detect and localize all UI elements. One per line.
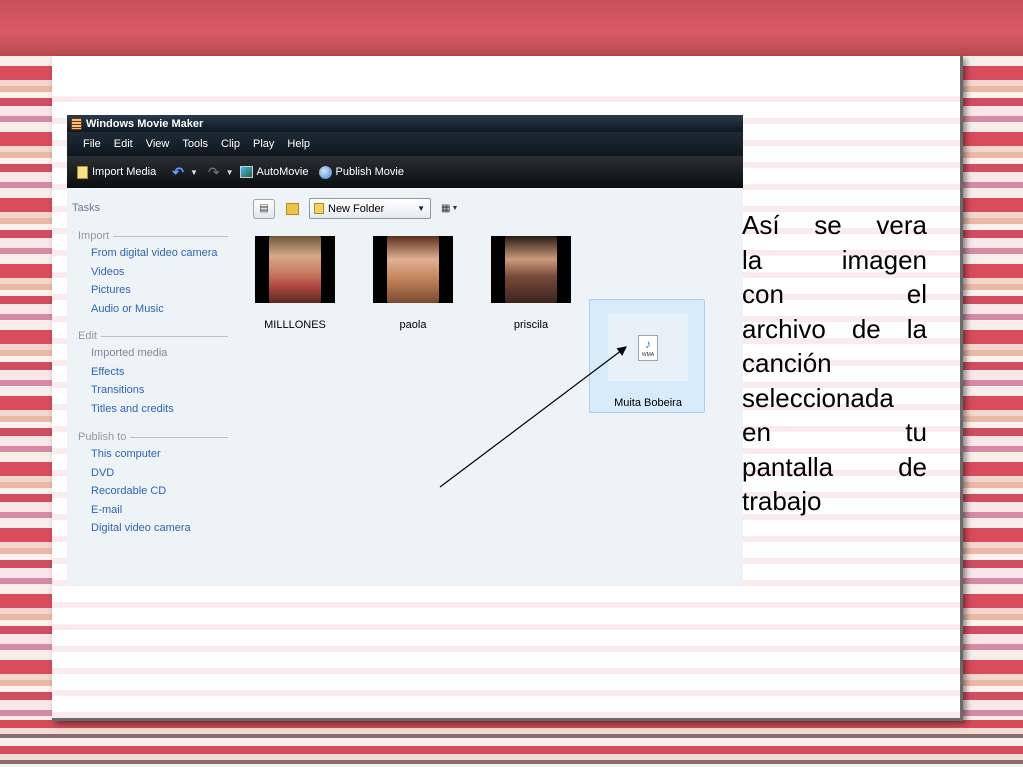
clip-label: paola [399,319,427,331]
top-decorative-band [0,0,1023,56]
clip-label: priscila [513,319,549,331]
task-effects[interactable]: Effects [91,365,228,380]
undo-icon[interactable]: ↶ [172,164,184,181]
task-videos[interactable]: Videos [91,265,228,280]
clip-thumbnail [255,236,335,303]
tasks-pane: Tasks Import From digital video camera V… [67,188,237,585]
audio-clip-thumbnail: ♪ WMA [608,314,688,381]
annotation-line: seleccionada [742,382,894,413]
redo-icon[interactable]: ↷ [208,164,220,181]
menu-bar: File Edit View Tools Clip Play Help [67,132,743,156]
publish-movie-button[interactable]: Publish Movie [318,165,404,179]
toolbar: Import Media ↶ ▼ ↷ ▼ AutoMovie Publish M… [67,156,743,189]
annotation-line: pantalla de [742,451,927,482]
clip-milllones[interactable]: MILLLONES [237,222,353,336]
annotation-text: Así se vera la imagen con el archivo de … [742,208,927,519]
clip-thumbnail [491,236,571,303]
annotation-line: trabajo [742,486,822,516]
import-group-title: Import [78,230,228,242]
window-title: Windows Movie Maker [86,117,204,130]
bottom-decorative-band [0,720,1023,767]
thumbnail-view-icon: ▦ [441,203,451,214]
clip-priscila[interactable]: priscila [473,222,589,336]
undo-dropdown-icon[interactable]: ▼ [190,168,198,177]
task-this-computer[interactable]: This computer [91,447,228,462]
task-e-mail[interactable]: E-mail [91,503,228,518]
menu-clip[interactable]: Clip [221,138,240,150]
annotation-line: canción [742,348,832,378]
import-media-button[interactable]: Import Media [77,165,157,179]
publish-movie-label: Publish Movie [335,166,404,178]
clip-thumbnail [373,236,453,303]
menu-edit[interactable]: Edit [114,138,133,150]
chevron-down-icon: ▼ [417,204,425,213]
edit-group-title: Edit [78,330,228,342]
task-imported-media[interactable]: Imported media [91,346,228,361]
movie-maker-icon [71,117,82,130]
task-titles-and-credits[interactable]: Titles and credits [91,402,228,417]
annotation-line: la imagen [742,244,927,275]
task-digital-video-camera[interactable]: Digital video camera [91,521,228,536]
task-recordable-cd[interactable]: Recordable CD [91,484,228,499]
import-media-label: Import Media [92,166,157,178]
clip-photo-image [269,236,321,303]
annotation-line: Así se vera [742,210,927,240]
view-options-caret-icon: ▼ [451,205,459,212]
automovie-icon [239,166,253,178]
folder-up-icon [285,202,299,215]
task-from-digital-video-camera[interactable]: From digital video camera [91,246,228,261]
annotation-line: archivo de la [742,313,927,344]
view-options-button[interactable]: ▦ ▼ [441,203,458,214]
publish-group-title: Publish to [78,431,228,443]
annotation-line: con el [742,279,927,309]
import-media-icon [77,165,88,179]
menu-view[interactable]: View [146,138,170,150]
movie-maker-window: Windows Movie Maker File Edit View Tools… [67,115,743,585]
menu-play[interactable]: Play [253,138,274,150]
redo-dropdown-icon[interactable]: ▼ [226,168,234,177]
music-note-icon: ♪ [645,336,651,351]
wma-icon-label: WMA [641,351,655,358]
clip-photo-image [505,236,557,303]
wma-file-icon: ♪ WMA [638,334,658,361]
automovie-button[interactable]: AutoMovie [239,166,309,178]
task-transitions[interactable]: Transitions [91,383,228,398]
menu-tools[interactable]: Tools [182,138,208,150]
collection-folder-select[interactable]: New Folder ▼ [309,198,431,219]
annotation-line: en tu [742,417,927,447]
task-audio-or-music[interactable]: Audio or Music [91,302,228,317]
clip-label: Muita Bobeira [614,397,682,409]
clip-paola[interactable]: paola [355,222,471,336]
menu-file[interactable]: File [83,138,101,150]
menu-help[interactable]: Help [287,138,310,150]
collection-folder-label: New Folder [328,202,385,215]
clip-photo-image [387,236,439,303]
clip-muita-bobeira[interactable]: ♪ WMA Muita Bobeira [589,299,705,413]
folder-icon [314,203,324,214]
import-group: Import From digital video camera Videos … [78,230,228,316]
task-dvd[interactable]: DVD [91,466,228,481]
task-pictures[interactable]: Pictures [91,283,228,298]
workspace: Tasks Import From digital video camera V… [67,188,743,585]
publish-movie-icon [318,165,332,179]
tasks-pane-icon: ▤ [259,203,269,214]
tasks-title: Tasks [72,202,101,214]
publish-group: Publish to This computer DVD Recordable … [78,431,228,536]
edit-group: Edit Imported media Effects Transitions … [78,330,228,416]
up-folder-button[interactable] [281,199,303,219]
collection-pane: ▤ New Folder ▼ ▦ ▼ MILLLONES paola prisc… [237,188,743,585]
tasks-pane-toggle-button[interactable]: ▤ [253,198,275,219]
clip-label: MILLLONES [264,319,326,331]
title-bar: Windows Movie Maker [67,115,743,132]
collection-viewbar: ▤ New Folder ▼ ▦ ▼ [253,198,458,219]
automovie-label: AutoMovie [256,166,309,178]
